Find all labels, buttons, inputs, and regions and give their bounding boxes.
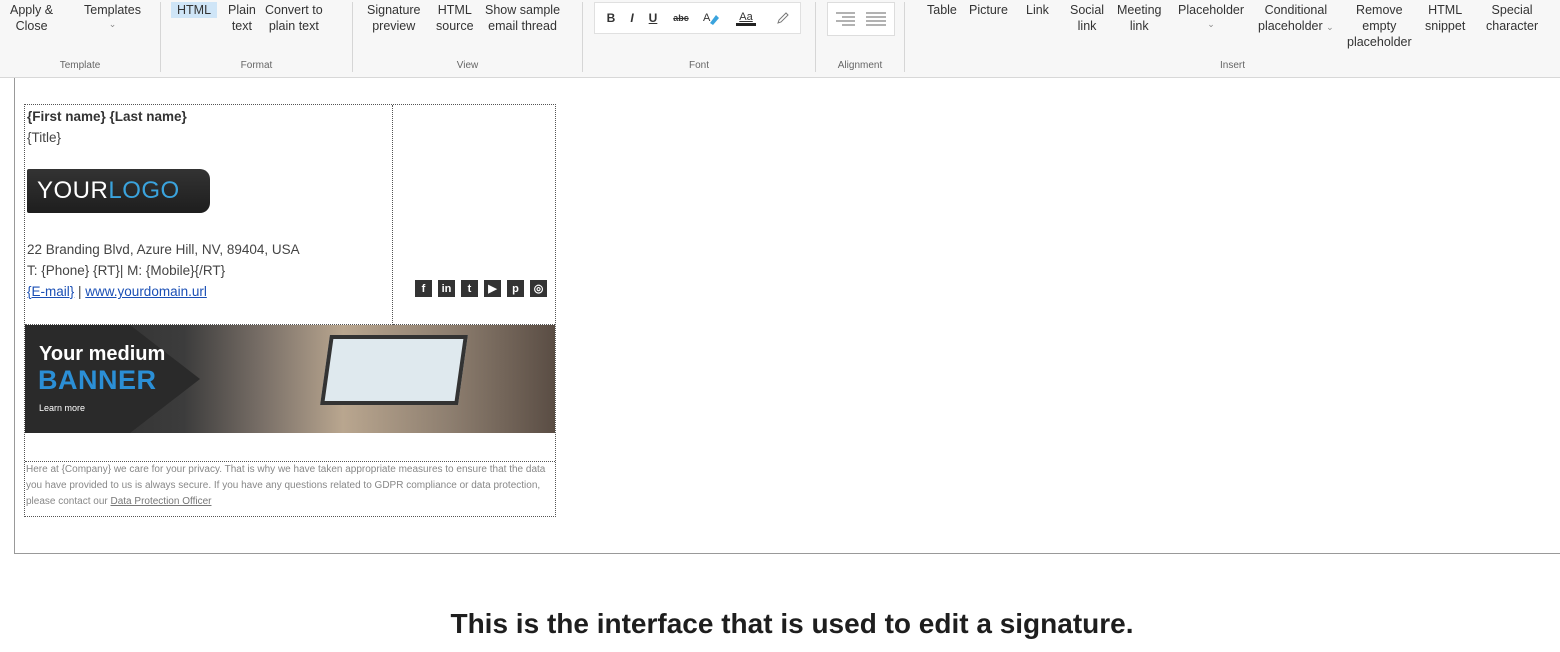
html-source-label-2: source [436,19,474,33]
sample-thread-label-2: email thread [488,19,557,33]
special-character-label-2: character [1486,19,1539,33]
insert-table-button[interactable]: Table [927,2,957,18]
company-logo: YOUR LOGO [27,169,210,213]
template-group: Apply & Close Templates ⌄ Template [0,0,160,77]
html-format-button[interactable]: HTML [171,2,218,18]
sample-thread-label-1: Show sample [485,3,561,17]
font-group: Font [583,0,815,77]
social-link-label-2: link [1077,19,1097,33]
signature-preview-label-2: preview [372,19,416,33]
show-sample-thread-button[interactable]: Show sample email thread [485,2,560,34]
page-caption: This is the interface that is used to ed… [450,608,1134,639]
remove-label-1: Remove [1356,3,1403,17]
meeting-link-button[interactable]: Meeting link [1117,2,1161,34]
conditional-label-1: Conditional [1264,3,1328,17]
social-link-button[interactable]: Social link [1070,2,1104,34]
html-source-button[interactable]: HTML source [436,2,474,34]
html-snippet-button[interactable]: HTML snippet [1425,2,1465,34]
format-group: HTML Plain text Convert to plain text Fo… [161,0,352,77]
alignment-group-label: Alignment [837,60,883,71]
plain-text-label-1: Plain [228,3,256,17]
special-character-button[interactable]: Special character [1486,2,1538,34]
apply-close-button[interactable]: Apply & Close [10,2,53,34]
linkedin-icon[interactable]: in [438,280,455,297]
insert-picture-button[interactable]: Picture [969,2,1008,18]
view-group-label: View [456,60,479,71]
banner-photo-laptop [320,335,468,405]
ribbon-toolbar: Apply & Close Templates ⌄ Template HTML … [0,0,1560,78]
social-link-label-1: Social [1070,3,1105,17]
banner-heading: Your medium [39,343,166,365]
remove-label-3: placeholder [1347,35,1412,49]
website-link[interactable]: www.yourdomain.url [85,284,207,299]
chevron-down-icon: ⌄ [1326,22,1334,32]
signature-left-cell[interactable]: {First name} {Last name} {Title} YOUR LOG… [25,105,393,325]
meeting-link-label-2: link [1129,19,1149,33]
logo-text-blue: LOGO [108,177,180,204]
remove-empty-placeholder-button[interactable]: Remove empty placeholder [1347,2,1412,50]
snippet-label-1: HTML [1428,3,1463,17]
format-group-label: Format [240,60,273,71]
phone-line: T: {Phone} {RT}| M: {Mobile}{/RT} [27,263,226,278]
data-protection-officer-link[interactable]: Data Protection Officer [111,496,212,507]
title-placeholder: {Title} [27,130,62,145]
convert-plain-text-button[interactable]: Convert to plain text [265,2,323,34]
chevron-down-icon: ⌄ [108,19,117,29]
address-line: 22 Branding Blvd, Azure Hill, NV, 89404,… [27,242,300,257]
template-group-label: Template [59,60,101,71]
contact-line: {E-mail} | www.yourdomain.url [27,284,207,299]
plain-text-label-2: text [231,19,252,33]
snippet-label-2: snippet [1425,19,1466,33]
view-group: Signature preview HTML source Show sampl… [353,0,582,77]
name-placeholder: {First name} {Last name} [27,109,187,124]
signature-table[interactable]: {First name} {Last name} {Title} YOUR LOG… [24,104,556,517]
pinterest-icon[interactable]: p [507,280,524,297]
apply-label: Apply & [10,3,54,17]
templates-label: Templates [84,3,141,17]
chevron-down-icon: ⌄ [1207,19,1215,29]
twitter-icon[interactable]: t [461,280,478,297]
banner-title: BANNER [38,365,157,395]
alignment-group: Alignment [816,0,904,77]
conditional-label-2: placeholder [1258,19,1323,33]
templates-button[interactable]: Templates ⌄ [84,2,141,30]
plain-text-button[interactable]: Plain text [228,2,256,34]
close-label: Close [15,19,48,33]
insert-link-button[interactable]: Link [1026,2,1049,18]
gdpr-text: Here at {Company} we care for your priva… [26,464,546,507]
email-link[interactable]: {E-mail} [27,284,74,299]
special-character-label-1: Special [1491,3,1533,17]
conditional-placeholder-button[interactable]: Conditional placeholder ⌄ [1258,2,1334,35]
social-icons: f in t ▶ p ◎ [415,280,547,297]
insert-group: Table Picture Link Social link Meeting l… [905,0,1560,77]
signature-preview-button[interactable]: Signature preview [367,2,421,34]
convert-label-1: Convert to [265,3,323,17]
meeting-link-label-1: Meeting [1117,3,1162,17]
font-group-label: Font [688,60,709,71]
placeholder-label: Placeholder [1178,3,1245,17]
banner-learn-more[interactable]: Learn more [39,403,85,413]
separator: | [74,284,86,299]
instagram-icon[interactable]: ◎ [530,280,547,297]
logo-text-white: YOUR [37,177,109,204]
remove-label-2: empty [1362,19,1397,33]
banner-image[interactable]: Your medium BANNER Learn more [25,325,555,433]
placeholder-button[interactable]: Placeholder ⌄ [1178,2,1244,30]
signature-preview-label-1: Signature [367,3,421,17]
signature-right-cell[interactable]: f in t ▶ p ◎ [393,105,555,325]
convert-label-2: plain text [268,19,319,33]
youtube-icon[interactable]: ▶ [484,280,501,297]
insert-group-label: Insert [1219,60,1245,71]
gdpr-disclaimer: Here at {Company} we care for your priva… [26,462,551,510]
html-source-label-1: HTML [437,3,472,17]
facebook-icon[interactable]: f [415,280,432,297]
